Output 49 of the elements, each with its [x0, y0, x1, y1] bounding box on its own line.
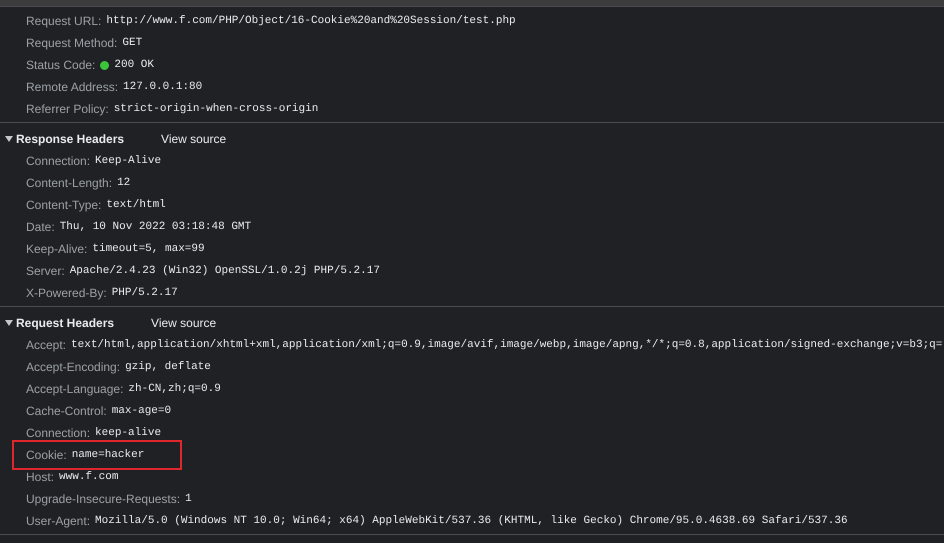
header-value: zh-CN,zh;q=0.9	[128, 383, 221, 395]
header-name: Status Code:	[26, 58, 96, 72]
header-value: 200 OK	[114, 59, 154, 71]
header-value: text/html,application/xhtml+xml,application/xml;q=0.9,image/avif,image/webp,image/apng,*/*;q=0.8,application/signed-exchange;v=b3;q=	[71, 339, 942, 351]
header-value: 1	[185, 493, 192, 505]
triangle-icon[interactable]	[5, 135, 13, 143]
header-value: Apache/2.4.23 (Win32) OpenSSL/1.0.2j PHP/5.2.17	[70, 265, 380, 277]
header-name: Referrer Policy:	[26, 102, 109, 116]
status-dot-icon	[100, 60, 110, 70]
header-value: Keep-Alive	[95, 155, 162, 167]
header-name: Host:	[26, 470, 54, 484]
header-value: strict-origin-when-cross-origin	[114, 103, 318, 115]
header-value: 12	[117, 177, 130, 189]
header-name: Connection:	[26, 154, 90, 168]
header-name: Cache-Control:	[26, 404, 107, 418]
header-value: Thu, 10 Nov 2022 03:18:48 GMT	[60, 221, 252, 233]
section-title[interactable]: Request Headers	[16, 316, 114, 330]
header-name: Cookie:	[26, 448, 67, 462]
header-value: www.f.com	[59, 471, 118, 483]
header-name: Request Method:	[26, 36, 118, 50]
section-title[interactable]: Response Headers	[16, 132, 124, 146]
header-value: PHP/5.2.17	[112, 287, 178, 299]
header-value: Mozilla/5.0 (Windows NT 10.0; Win64; x64) AppleWebKit/537.36 (KHTML, like Gecko) Chrome/95.0.4638.69 Safari/537.36	[95, 515, 848, 527]
header-value: name=hacker	[72, 449, 144, 461]
header-name: Content-Length:	[26, 176, 112, 190]
header-name: X-Powered-By:	[26, 286, 107, 300]
header-value: gzip, deflate	[125, 361, 211, 373]
header-value: max-age=0	[112, 405, 172, 417]
header-value: keep-alive	[95, 427, 162, 439]
header-value: GET	[122, 37, 142, 49]
triangle-icon[interactable]	[5, 319, 13, 327]
header-value: timeout=5, max=99	[92, 243, 205, 255]
header-name: User-Agent:	[26, 514, 90, 528]
view-source-link[interactable]: View source	[151, 316, 216, 330]
header-name: Accept-Encoding:	[26, 360, 120, 374]
header-name: Server:	[26, 264, 65, 278]
header-name: Connection:	[26, 426, 90, 440]
header-value: text/html	[106, 199, 166, 211]
header-name: Accept:	[26, 338, 66, 352]
header-name: Content-Type:	[26, 198, 102, 212]
header-name: Upgrade-Insecure-Requests:	[26, 492, 180, 506]
header-name: Request URL:	[26, 14, 102, 28]
header-value: http://www.f.com/PHP/Object/16-Cookie%20and%20Session/test.php	[106, 15, 516, 27]
header-name: Remote Address:	[26, 80, 118, 94]
header-name: Accept-Language:	[26, 382, 124, 396]
header-name: Date:	[26, 220, 55, 234]
view-source-link[interactable]: View source	[161, 132, 226, 146]
header-name: Keep-Alive:	[26, 242, 88, 256]
header-value: 127.0.0.1:80	[123, 81, 202, 93]
